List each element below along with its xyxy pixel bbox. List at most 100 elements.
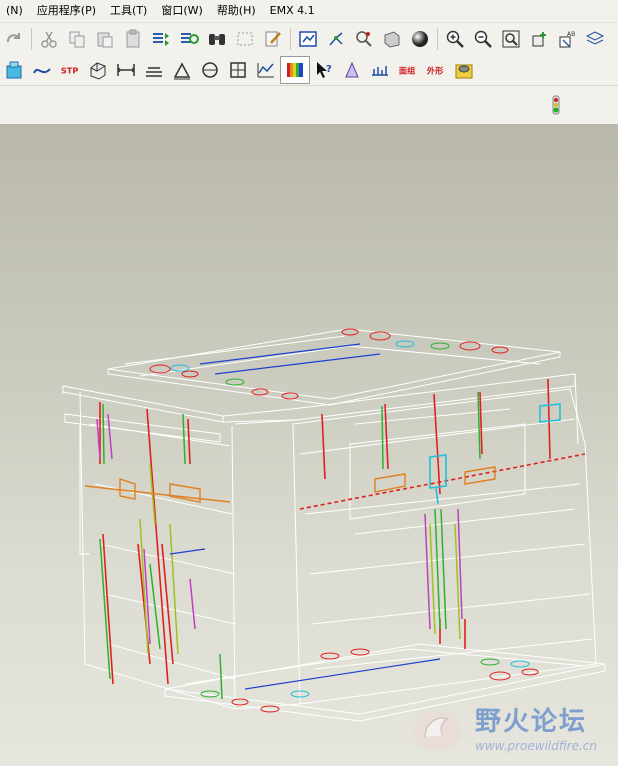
- scissors-icon: [41, 31, 57, 48]
- csys-icon: [384, 31, 400, 48]
- menu-item-window[interactable]: 窗口(W): [155, 0, 210, 22]
- menu-item-emx[interactable]: EMX 4.1: [264, 0, 323, 22]
- repaint-button[interactable]: [259, 26, 287, 52]
- traffic-light-button[interactable]: [542, 92, 570, 118]
- datum-point-icon: [356, 31, 372, 47]
- flame-logo-icon: [413, 711, 461, 751]
- redo-icon: [6, 33, 20, 43]
- zoom-out-button[interactable]: [469, 26, 497, 52]
- draft-check-icon: [345, 61, 359, 78]
- toolbar-row-2: STP ? 面组 外形: [0, 55, 618, 85]
- binoculars-icon: [209, 34, 225, 45]
- sketch-icon: [299, 31, 317, 47]
- menu-item-applications[interactable]: 应用程序(P): [31, 0, 104, 22]
- stp-icon: STP: [61, 66, 78, 76]
- help-arrow-icon: ?: [317, 62, 332, 78]
- paste-button[interactable]: [91, 26, 119, 52]
- copy-button[interactable]: [63, 26, 91, 52]
- separator: [290, 28, 291, 50]
- paste-special-icon: [126, 29, 140, 48]
- brush-icon: [265, 31, 281, 47]
- menu-item-n[interactable]: (N): [0, 0, 31, 22]
- orient-icon: [532, 32, 546, 47]
- measure-distance-icon: [117, 64, 135, 76]
- measure-angle-button[interactable]: [168, 57, 196, 83]
- menu-bar: (N) 应用程序(P) 工具(T) 窗口(W) 帮助(H) EMX 4.1: [0, 0, 618, 23]
- curve-icon: [33, 68, 51, 74]
- measure-diameter-icon: [202, 62, 218, 78]
- point-button[interactable]: [350, 26, 378, 52]
- annotation-button[interactable]: AB: [553, 26, 581, 52]
- axis-button[interactable]: [322, 26, 350, 52]
- redo-button[interactable]: [0, 26, 28, 52]
- measure-length-button[interactable]: [140, 57, 168, 83]
- selection-box-icon: [237, 32, 253, 46]
- paste-icon: [97, 32, 113, 48]
- color-spectrum-icon: [287, 63, 303, 77]
- svg-text:?: ?: [326, 64, 332, 75]
- mold-base-icon: [6, 61, 22, 79]
- toolbar-row-1: AB: [0, 23, 618, 55]
- measure-diameter-button[interactable]: [196, 57, 224, 83]
- copy-icon: [69, 31, 85, 48]
- menu-item-help[interactable]: 帮助(H): [211, 0, 264, 22]
- thickness-check-button[interactable]: [366, 57, 394, 83]
- cut-button[interactable]: [35, 26, 63, 52]
- curve-button[interactable]: [28, 57, 56, 83]
- layers-button[interactable]: [581, 26, 609, 52]
- solid-block-icon: [90, 62, 106, 80]
- zoom-in-icon: [446, 30, 464, 48]
- stp-button[interactable]: STP: [56, 57, 84, 83]
- menu-item-tools[interactable]: 工具(T): [104, 0, 155, 22]
- paste-special-button[interactable]: [119, 26, 147, 52]
- watermark-title: 野火论坛: [475, 707, 588, 737]
- separator: [31, 28, 32, 50]
- outline-button[interactable]: 外形: [422, 57, 450, 83]
- measure-area-button[interactable]: [224, 57, 252, 83]
- measure-angle-icon: [173, 62, 191, 80]
- measure-distance-button[interactable]: [112, 57, 140, 83]
- regenerate-manager-button[interactable]: [175, 26, 203, 52]
- sketch-button[interactable]: [294, 26, 322, 52]
- stp-label: STP: [61, 66, 78, 76]
- separator: [437, 28, 438, 50]
- traffic-light-icon: [552, 95, 560, 115]
- face-group-label: 面组: [399, 66, 415, 76]
- regenerate-icon: [153, 33, 169, 46]
- measure-area-icon: [230, 62, 246, 78]
- draft-check-button[interactable]: [338, 57, 366, 83]
- cooling-button[interactable]: [450, 57, 478, 83]
- graph-button[interactable]: [252, 57, 280, 83]
- annotation-icon: AB: [559, 31, 575, 48]
- csys-button[interactable]: [378, 26, 406, 52]
- datum-axis-icon: [329, 32, 343, 46]
- zoom-in-button[interactable]: [441, 26, 469, 52]
- regenerate-manager-icon: [181, 33, 199, 44]
- refit-icon: [502, 30, 520, 48]
- outline-label: 外形: [426, 66, 444, 76]
- graph-icon: [257, 63, 274, 78]
- cooling-icon: [455, 64, 473, 79]
- outline-icon: 外形: [426, 66, 444, 76]
- thickness-check-icon: [372, 66, 388, 76]
- layers-icon: [585, 31, 605, 45]
- context-help-button[interactable]: ?: [310, 57, 338, 83]
- find-button[interactable]: [203, 26, 231, 52]
- sphere-icon: [412, 31, 428, 47]
- select-box-button[interactable]: [231, 26, 259, 52]
- color-analysis-button[interactable]: [280, 56, 310, 84]
- refit-button[interactable]: [497, 26, 525, 52]
- mold-wireframe-model: [62, 328, 606, 722]
- toolbar-row-3: [0, 85, 618, 125]
- solid-button[interactable]: [84, 57, 112, 83]
- face-group-icon: 面组: [399, 66, 415, 76]
- watermark-url: www.proewildfire.cn: [475, 739, 597, 753]
- graphics-window[interactable]: [0, 124, 618, 766]
- face-group-button[interactable]: 面组: [394, 57, 422, 83]
- shading-button[interactable]: [406, 26, 434, 52]
- regenerate-button[interactable]: [147, 26, 175, 52]
- measure-length-icon: [146, 67, 162, 77]
- mold-base-button[interactable]: [0, 57, 28, 83]
- zoom-out-icon: [474, 30, 492, 48]
- orient-button[interactable]: [525, 26, 553, 52]
